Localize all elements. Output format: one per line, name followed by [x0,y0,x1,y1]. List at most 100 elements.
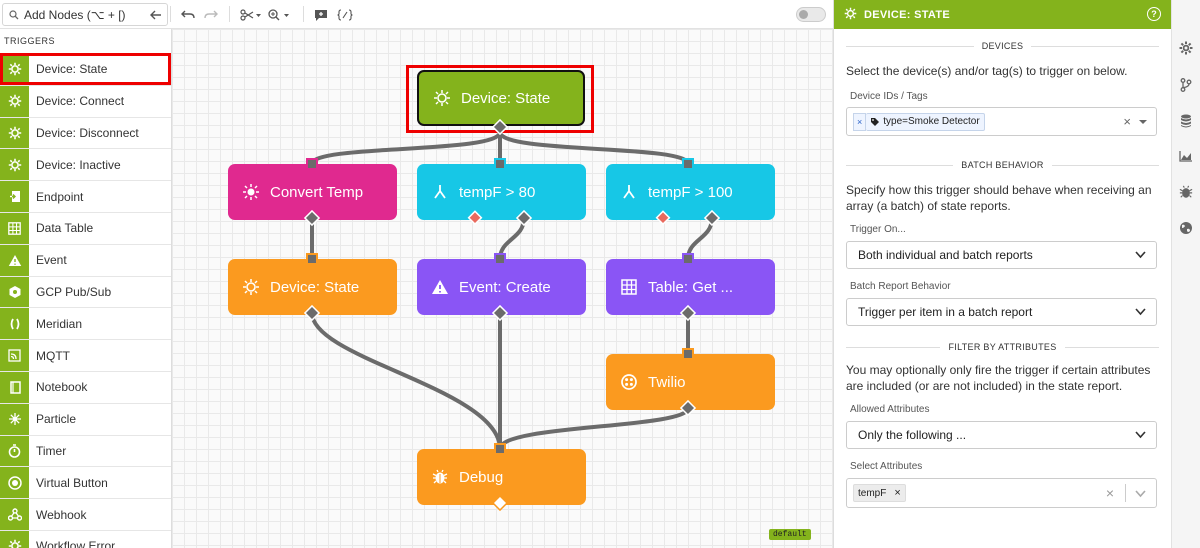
sidebar-item-device-connect[interactable]: Device: Connect [0,84,171,117]
sidebar-item-workflow-error[interactable]: Workflow Error [0,529,171,548]
trigger-on-select[interactable]: Both individual and batch reports [846,241,1157,269]
sidebar-item-label: Event [36,253,67,268]
tag-icon [871,117,880,126]
node-label: tempF > 100 [648,183,733,201]
sidebar-item-label: Workflow Error [36,539,116,548]
code-braces-icon[interactable] [336,5,354,25]
search-icon [9,9,19,19]
node-label: Convert Temp [270,183,364,201]
warning-icon [431,278,449,296]
sidebar-item-timer[interactable]: Timer [0,434,171,467]
table-icon [0,212,29,244]
chevron-down-icon [1135,431,1146,439]
sidebar-item-label: Device: State [36,62,108,77]
node-label: Table: Get ... [648,278,734,296]
sidebar-item-particle[interactable]: Particle [0,402,171,435]
help-icon[interactable]: ? [1147,7,1161,21]
workflow-canvas[interactable]: Device: State Convert Temp tempF > 80 te… [172,29,833,548]
node-label: Debug [459,468,504,486]
sidebar-item-notebook[interactable]: Notebook [0,370,171,403]
node-label: Device: State [461,89,551,107]
chevron-down-icon[interactable] [1135,490,1146,498]
select-attributes-label: Select Attributes [850,461,923,472]
globe-icon[interactable] [1178,220,1194,236]
twilio-icon [620,373,638,391]
workflow-error-icon [0,530,29,548]
warning-icon [0,244,29,276]
device-connect-icon [0,85,29,117]
sidebar-item-endpoint[interactable]: Endpoint [0,180,171,212]
sidebar-item-virtual-button[interactable]: Virtual Button [0,466,171,499]
sidebar-item-meridian[interactable]: Meridian [0,307,171,340]
device-ids-tags-input[interactable]: × type=Smoke Detector × [846,107,1157,136]
allowed-attributes-label: Allowed Attributes [850,404,930,415]
search-placeholder: Add Nodes (⌥ + [) [24,7,126,22]
node-convert-temp[interactable]: Convert Temp [228,164,397,220]
notebook-icon [0,371,29,403]
device-state-icon [433,89,451,107]
node-debug[interactable]: Debug [417,449,586,505]
scissors-icon[interactable] [240,5,262,25]
zoom-icon[interactable] [268,5,292,25]
table-icon [620,278,638,296]
node-twilio[interactable]: Twilio [606,354,775,410]
trigger-on-value: Both individual and batch reports [858,248,1033,262]
sidebar-item-label: Timer [36,443,67,458]
sidebar-item-label: Virtual Button [36,475,108,490]
webhook-icon [0,499,29,530]
batch-report-select[interactable]: Trigger per item in a batch report [846,298,1157,326]
sidebar-item-gcp-pub-sub[interactable]: GCP Pub/Sub [0,275,171,308]
device-state-icon [242,278,260,296]
sidebar-item-device-inactive[interactable]: Device: Inactive [0,148,171,181]
node-device-state-output[interactable]: Device: State [228,259,397,315]
node-condition-tempf-100[interactable]: tempF > 100 [606,164,775,220]
sidebar-item-data-table[interactable]: Data Table [0,211,171,244]
branch-icon [620,183,638,201]
clear-icon[interactable]: × [1106,485,1114,501]
allowed-attributes-value: Only the following ... [858,428,967,442]
sidebar-item-label: Device: Disconnect [36,125,139,140]
bug-icon[interactable] [1178,184,1194,200]
clear-icon[interactable]: × [1123,114,1131,129]
allowed-attributes-select[interactable]: Only the following ... [846,421,1157,449]
device-state-icon [844,7,857,23]
remove-tag-icon[interactable]: × [853,112,867,131]
add-comment-icon[interactable] [313,5,329,25]
remove-attribute-icon[interactable]: × [894,487,900,499]
panel-title: DEVICE: STATE [864,8,950,21]
node-condition-tempf-80[interactable]: tempF > 80 [417,164,586,220]
sidebar-item-device-state[interactable]: Device: State [0,53,171,85]
node-event-create[interactable]: Event: Create [417,259,586,315]
sidebar-item-label: Webhook [36,507,87,522]
chevron-down-icon [1135,251,1146,259]
database-icon[interactable] [1178,113,1194,129]
sidebar-item-label: Particle [36,412,77,427]
batch-description: Specify how this trigger should behave w… [846,183,1152,213]
version-branch-icon[interactable] [1178,77,1194,93]
sidebar-item-webhook[interactable]: Webhook [0,498,171,530]
mqtt-icon [0,340,29,371]
node-table-get[interactable]: Table: Get ... [606,259,775,315]
node-label: tempF > 80 [459,183,536,201]
sidebar-item-device-disconnect[interactable]: Device: Disconnect [0,116,171,149]
sidebar-item-label: Meridian [36,316,83,331]
sidebar-section-title: TRIGGERS [4,36,56,46]
sun-icon [242,183,260,201]
gear-icon[interactable] [1178,40,1194,56]
batch-report-value: Trigger per item in a batch report [858,305,1033,319]
node-device-state-trigger[interactable]: Device: State [417,70,585,126]
live-toggle[interactable] [796,7,826,22]
chevron-down-icon[interactable] [1138,119,1148,126]
sidebar-item-event[interactable]: Event [0,243,171,276]
attribute-chip: tempF × [853,484,906,502]
redo-icon[interactable] [203,5,219,25]
sidebar-item-label: Endpoint [36,189,84,204]
back-arrow-icon[interactable] [149,5,163,25]
add-nodes-search[interactable]: Add Nodes (⌥ + [) [2,3,168,26]
undo-icon[interactable] [180,5,196,25]
select-attributes-input[interactable]: tempF × × [846,478,1157,508]
sidebar-item-label: MQTT [36,348,70,363]
sidebar-item-mqtt[interactable]: MQTT [0,339,171,371]
devices-description: Select the device(s) and/or tag(s) to tr… [846,64,1128,78]
area-chart-icon[interactable] [1178,148,1194,164]
